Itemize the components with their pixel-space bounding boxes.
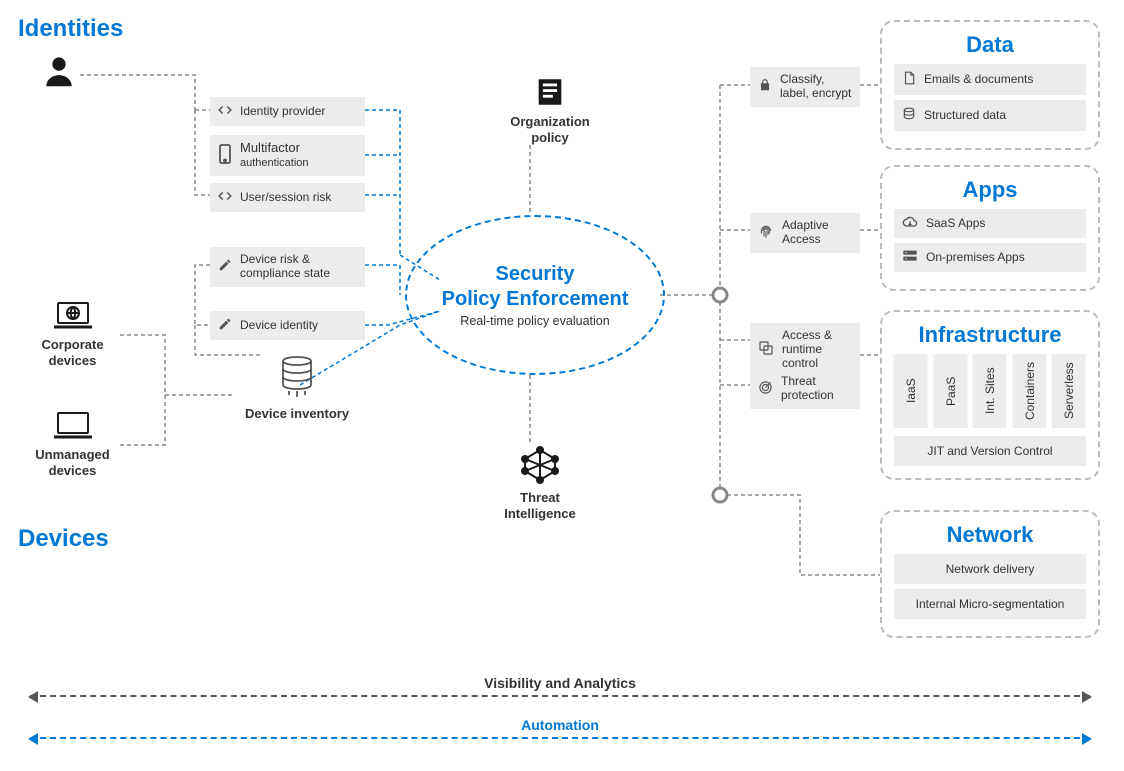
device-inventory: Device inventory bbox=[245, 355, 349, 422]
label: Emails & documents bbox=[924, 73, 1033, 87]
label: Unmanaged devices bbox=[25, 447, 120, 478]
network-group: Network Network delivery Internal Micro-… bbox=[880, 510, 1100, 638]
laptop-globe-icon bbox=[52, 319, 94, 336]
label: Classify, label, encrypt bbox=[780, 73, 852, 101]
diagram-canvas: Identities Identity provider Multifactor… bbox=[10, 15, 1114, 755]
micro-segmentation: Internal Micro-segmentation bbox=[894, 589, 1086, 619]
saas-apps-node: SaaS Apps bbox=[894, 209, 1086, 238]
title: Data bbox=[894, 32, 1086, 58]
corporate-devices: Corporate devices bbox=[25, 300, 120, 368]
label: Threat protection bbox=[781, 375, 852, 403]
data-group: Data Emails & documents Structured data bbox=[880, 20, 1100, 150]
unmanaged-devices: Unmanaged devices bbox=[25, 410, 120, 478]
label: Identity provider bbox=[240, 105, 325, 119]
identity-provider-node: Identity provider bbox=[210, 97, 365, 126]
label: Visibility and Analytics bbox=[30, 675, 1090, 691]
automation-bar: Automation bbox=[30, 717, 1090, 739]
file-icon bbox=[902, 70, 916, 89]
label: On-premises Apps bbox=[926, 251, 1025, 265]
emails-documents-node: Emails & documents bbox=[894, 64, 1086, 95]
network-delivery: Network delivery bbox=[894, 554, 1086, 584]
person-icon bbox=[40, 53, 78, 96]
pencil-icon bbox=[218, 258, 232, 275]
label: Corporate devices bbox=[25, 337, 120, 368]
lock-icon bbox=[758, 77, 772, 96]
fingerprint-icon bbox=[758, 223, 774, 242]
label: Device inventory bbox=[245, 406, 349, 422]
subtitle: Real-time policy evaluation bbox=[460, 314, 609, 328]
infra-cells-row: IaaS PaaS Int. Sites Containers Serverle… bbox=[894, 354, 1086, 428]
infra-cell: Int. Sites bbox=[973, 354, 1007, 428]
onprem-apps-node: On-premises Apps bbox=[894, 243, 1086, 272]
server-icon bbox=[902, 249, 918, 266]
label: Device risk & compliance state bbox=[240, 253, 330, 281]
organization-policy: Organization policy bbox=[500, 75, 600, 145]
infra-cell: Containers bbox=[1013, 354, 1047, 428]
label: User/session risk bbox=[240, 191, 331, 205]
threat-intelligence: Threat Intelligence bbox=[490, 445, 590, 521]
security-policy-enforcement: Security Policy Enforcement Real-time po… bbox=[405, 215, 665, 375]
document-icon bbox=[533, 96, 567, 113]
phone-icon bbox=[218, 144, 232, 167]
title: Security Policy Enforcement bbox=[442, 262, 629, 312]
devices-heading: Devices bbox=[18, 525, 109, 553]
database-icon bbox=[902, 106, 916, 125]
adaptive-access-node: Adaptive Access bbox=[750, 213, 860, 253]
label: Multifactor authentication bbox=[240, 141, 309, 170]
label: Adaptive Access bbox=[782, 219, 852, 247]
pencil-icon bbox=[218, 317, 232, 334]
mfa-node: Multifactor authentication bbox=[210, 135, 365, 176]
identities-heading: Identities bbox=[18, 15, 123, 43]
laptop-icon bbox=[52, 429, 94, 446]
network-graph-icon bbox=[520, 472, 560, 489]
layers-icon bbox=[758, 340, 774, 359]
radar-icon bbox=[758, 380, 773, 398]
database-stack-icon bbox=[277, 386, 317, 403]
code-icon bbox=[218, 103, 232, 120]
infra-cell: Serverless bbox=[1052, 354, 1086, 428]
device-risk-node: Device risk & compliance state bbox=[210, 247, 365, 287]
label: Structured data bbox=[924, 109, 1006, 123]
structured-data-node: Structured data bbox=[894, 100, 1086, 131]
label: Access & runtime control bbox=[782, 329, 852, 370]
user-session-risk-node: User/session risk bbox=[210, 183, 365, 212]
title: Infrastructure bbox=[894, 322, 1086, 348]
apps-group: Apps SaaS Apps On-premises Apps bbox=[880, 165, 1100, 291]
label: Device identity bbox=[240, 319, 318, 333]
jit-version-control: JIT and Version Control bbox=[894, 436, 1086, 466]
device-identity-node: Device identity bbox=[210, 311, 365, 340]
threat-protection-node: Threat protection bbox=[750, 369, 860, 409]
label: SaaS Apps bbox=[926, 217, 985, 231]
infra-cell: IaaS bbox=[894, 354, 928, 428]
label: Organization policy bbox=[500, 114, 600, 145]
infra-cell: PaaS bbox=[934, 354, 968, 428]
classify-node: Classify, label, encrypt bbox=[750, 67, 860, 107]
label: Automation bbox=[30, 717, 1090, 733]
cloud-download-icon bbox=[902, 215, 918, 232]
label: Threat Intelligence bbox=[490, 490, 590, 521]
title: Network bbox=[894, 522, 1086, 548]
code-icon bbox=[218, 189, 232, 206]
infrastructure-group: Infrastructure IaaS PaaS Int. Sites Cont… bbox=[880, 310, 1100, 480]
title: Apps bbox=[894, 177, 1086, 203]
visibility-analytics-bar: Visibility and Analytics bbox=[30, 675, 1090, 697]
